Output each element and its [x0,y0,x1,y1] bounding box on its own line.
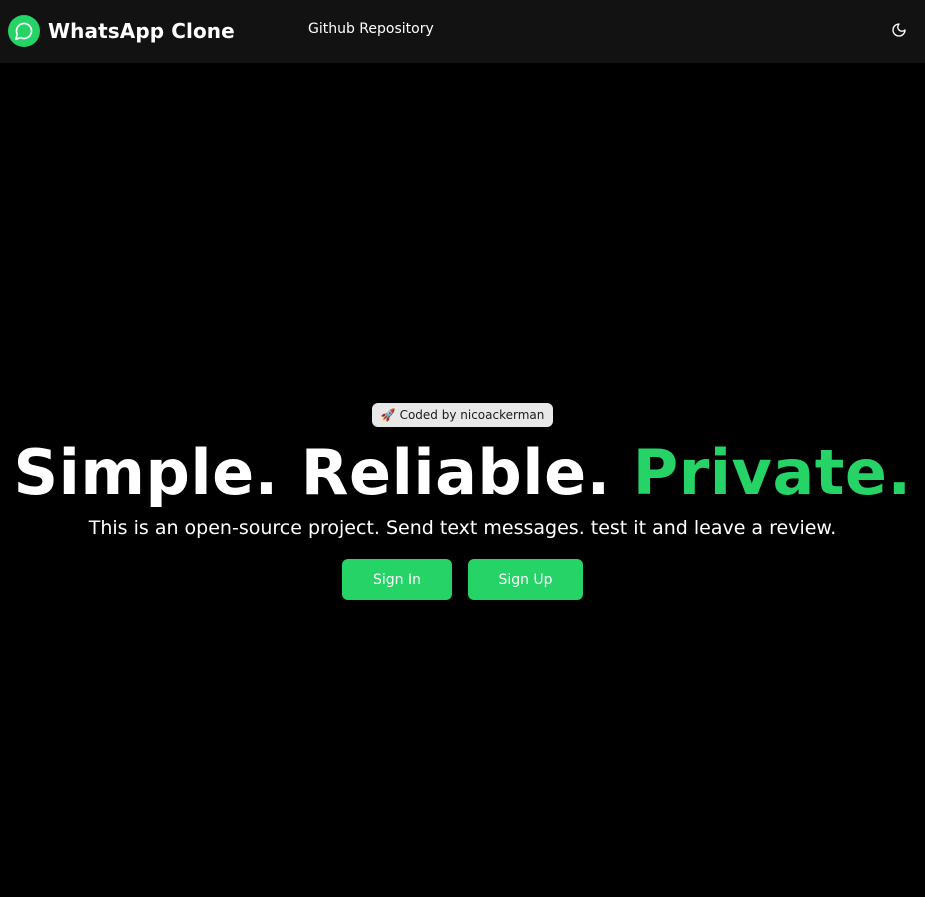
sign-up-button[interactable]: Sign Up [468,559,583,601]
rocket-icon: 🚀 [380,408,396,422]
whatsapp-chat-icon [8,15,40,47]
hero-actions: Sign In Sign Up [342,559,583,601]
hero-section: 🚀 Coded by nicoackerman Simple. Reliable… [0,403,925,601]
headline-accent: Private. [632,436,912,509]
navbar: WhatsApp Clone Github Repository [0,0,925,63]
hero-subline: This is an open-source project. Send tex… [88,517,837,540]
badge-text: Coded by nicoackerman [399,408,545,422]
brand-link[interactable]: WhatsApp Clone [8,15,235,47]
theme-toggle-button[interactable] [887,19,911,43]
moon-icon [891,22,907,41]
coded-by-badge: 🚀 Coded by nicoackerman [371,403,554,427]
hero-headline: Simple. Reliable. Private. [13,436,912,509]
sign-in-button[interactable]: Sign In [342,559,452,601]
brand-name: WhatsApp Clone [48,19,235,43]
headline-main: Simple. Reliable. [13,436,633,509]
github-repository-link[interactable]: Github Repository [308,21,434,37]
